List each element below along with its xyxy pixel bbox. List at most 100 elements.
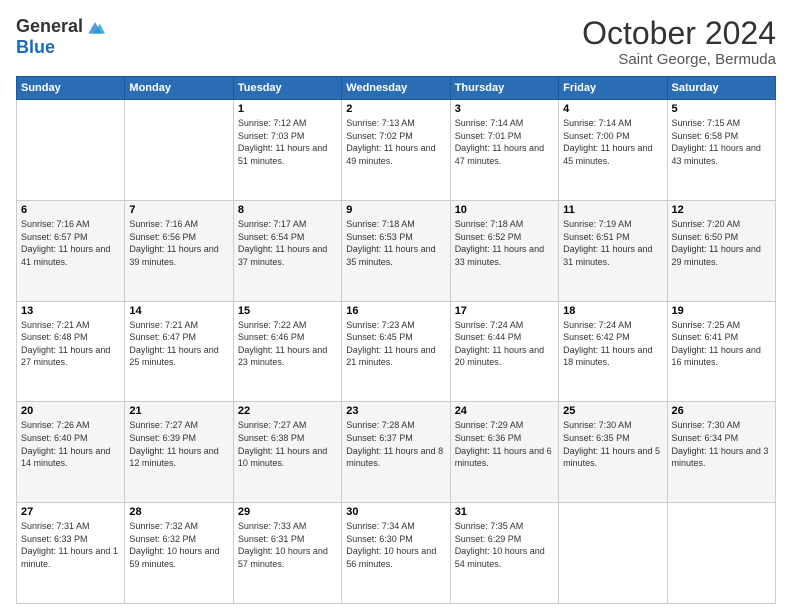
day-number: 20	[21, 405, 120, 417]
day-header-friday: Friday	[559, 77, 667, 100]
calendar-cell: 9Sunrise: 7:18 AM Sunset: 6:53 PM Daylig…	[342, 200, 450, 301]
day-details: Sunrise: 7:27 AM Sunset: 6:39 PM Dayligh…	[129, 419, 228, 469]
calendar-cell: 10Sunrise: 7:18 AM Sunset: 6:52 PM Dayli…	[450, 200, 558, 301]
calendar-cell: 6 Sunrise: 7:16 AM Sunset: 6:57 PM Daylig…	[17, 200, 125, 301]
calendar-cell: 17Sunrise: 7:24 AM Sunset: 6:44 PM Dayli…	[450, 301, 558, 402]
week-row-3: 13 Sunrise: 7:21 AM Sunset: 6:48 PM Dayli…	[17, 301, 776, 402]
day-details: Sunrise: 7:30 AM Sunset: 6:34 PM Dayligh…	[672, 419, 771, 469]
subtitle: Saint George, Bermuda	[582, 51, 776, 68]
calendar-cell: 1 Sunrise: 7:12 AM Sunset: 7:03 PM Daylig…	[233, 100, 341, 201]
day-details: Sunrise: 7:15 AM Sunset: 6:58 PM Dayligh…	[672, 117, 771, 167]
week-row-5: 27 Sunrise: 7:31 AM Sunset: 6:33 PM Dayli…	[17, 503, 776, 604]
calendar-cell: 7 Sunrise: 7:16 AM Sunset: 6:56 PM Daylig…	[125, 200, 233, 301]
day-number: 7	[129, 204, 228, 216]
calendar-cell: 11Sunrise: 7:19 AM Sunset: 6:51 PM Dayli…	[559, 200, 667, 301]
day-details: Sunrise: 7:21 AM Sunset: 6:47 PM Dayligh…	[129, 319, 228, 369]
calendar-cell: 2 Sunrise: 7:13 AM Sunset: 7:02 PM Daylig…	[342, 100, 450, 201]
day-header-monday: Monday	[125, 77, 233, 100]
day-details: Sunrise: 7:13 AM Sunset: 7:02 PM Dayligh…	[346, 117, 445, 167]
day-details: Sunrise: 7:29 AM Sunset: 6:36 PM Dayligh…	[455, 419, 554, 469]
day-number: 31	[455, 506, 554, 518]
calendar-cell: 16Sunrise: 7:23 AM Sunset: 6:45 PM Dayli…	[342, 301, 450, 402]
day-number: 21	[129, 405, 228, 417]
calendar-cell: 27 Sunrise: 7:31 AM Sunset: 6:33 PM Dayli…	[17, 503, 125, 604]
page: General Blue October 2024 Saint George, …	[0, 0, 792, 612]
calendar-cell: 4Sunrise: 7:14 AM Sunset: 7:00 PM Daylig…	[559, 100, 667, 201]
calendar-cell: 8Sunrise: 7:17 AM Sunset: 6:54 PM Daylig…	[233, 200, 341, 301]
calendar-cell: 12 Sunrise: 7:20 AM Sunset: 6:50 PM Dayli…	[667, 200, 775, 301]
logo-blue-text: Blue	[16, 37, 55, 58]
calendar-cell: 21 Sunrise: 7:27 AM Sunset: 6:39 PM Dayli…	[125, 402, 233, 503]
calendar-cell	[667, 503, 775, 604]
day-details: Sunrise: 7:12 AM Sunset: 7:03 PM Dayligh…	[238, 117, 337, 167]
day-number: 26	[672, 405, 771, 417]
day-details: Sunrise: 7:30 AM Sunset: 6:35 PM Dayligh…	[563, 419, 662, 469]
day-details: Sunrise: 7:16 AM Sunset: 6:56 PM Dayligh…	[129, 218, 228, 268]
day-details: Sunrise: 7:25 AM Sunset: 6:41 PM Dayligh…	[672, 319, 771, 369]
day-details: Sunrise: 7:31 AM Sunset: 6:33 PM Dayligh…	[21, 520, 120, 570]
day-details: Sunrise: 7:24 AM Sunset: 6:44 PM Dayligh…	[455, 319, 554, 369]
calendar-cell: 3Sunrise: 7:14 AM Sunset: 7:01 PM Daylig…	[450, 100, 558, 201]
calendar-cell: 31 Sunrise: 7:35 AM Sunset: 6:29 PM Dayli…	[450, 503, 558, 604]
calendar-cell: 26 Sunrise: 7:30 AM Sunset: 6:34 PM Dayli…	[667, 402, 775, 503]
day-number: 22	[238, 405, 337, 417]
title-block: October 2024 Saint George, Bermuda	[582, 16, 776, 68]
day-number: 25	[563, 405, 662, 417]
day-details: Sunrise: 7:20 AM Sunset: 6:50 PM Dayligh…	[672, 218, 771, 268]
day-details: Sunrise: 7:19 AM Sunset: 6:51 PM Dayligh…	[563, 218, 662, 268]
calendar-cell: 22 Sunrise: 7:27 AM Sunset: 6:38 PM Dayli…	[233, 402, 341, 503]
calendar-table: SundayMondayTuesdayWednesdayThursdayFrid…	[16, 76, 776, 604]
day-header-thursday: Thursday	[450, 77, 558, 100]
day-number: 23	[346, 405, 445, 417]
logo-general-text: General	[16, 16, 83, 37]
calendar-cell: 25 Sunrise: 7:30 AM Sunset: 6:35 PM Dayli…	[559, 402, 667, 503]
day-number: 14	[129, 305, 228, 317]
calendar-cell: 30 Sunrise: 7:34 AM Sunset: 6:30 PM Dayli…	[342, 503, 450, 604]
day-number: 12	[672, 204, 771, 216]
week-row-2: 6 Sunrise: 7:16 AM Sunset: 6:57 PM Daylig…	[17, 200, 776, 301]
day-number: 19	[672, 305, 771, 317]
day-number: 2	[346, 103, 445, 115]
calendar-cell	[559, 503, 667, 604]
day-details: Sunrise: 7:14 AM Sunset: 7:01 PM Dayligh…	[455, 117, 554, 167]
logo-icon	[85, 17, 105, 37]
calendar-cell: 14 Sunrise: 7:21 AM Sunset: 6:47 PM Dayli…	[125, 301, 233, 402]
day-header-tuesday: Tuesday	[233, 77, 341, 100]
calendar-cell: 20 Sunrise: 7:26 AM Sunset: 6:40 PM Dayli…	[17, 402, 125, 503]
day-details: Sunrise: 7:23 AM Sunset: 6:45 PM Dayligh…	[346, 319, 445, 369]
day-number: 13	[21, 305, 120, 317]
calendar-cell: 13 Sunrise: 7:21 AM Sunset: 6:48 PM Dayli…	[17, 301, 125, 402]
week-row-4: 20 Sunrise: 7:26 AM Sunset: 6:40 PM Dayli…	[17, 402, 776, 503]
day-details: Sunrise: 7:24 AM Sunset: 6:42 PM Dayligh…	[563, 319, 662, 369]
day-details: Sunrise: 7:16 AM Sunset: 6:57 PM Dayligh…	[21, 218, 120, 268]
day-details: Sunrise: 7:18 AM Sunset: 6:53 PM Dayligh…	[346, 218, 445, 268]
day-details: Sunrise: 7:28 AM Sunset: 6:37 PM Dayligh…	[346, 419, 445, 469]
calendar-cell: 24 Sunrise: 7:29 AM Sunset: 6:36 PM Dayli…	[450, 402, 558, 503]
day-number: 15	[238, 305, 337, 317]
day-details: Sunrise: 7:27 AM Sunset: 6:38 PM Dayligh…	[238, 419, 337, 469]
calendar-cell: 28Sunrise: 7:32 AM Sunset: 6:32 PM Dayli…	[125, 503, 233, 604]
logo: General Blue	[16, 16, 105, 58]
day-number: 5	[672, 103, 771, 115]
day-details: Sunrise: 7:35 AM Sunset: 6:29 PM Dayligh…	[455, 520, 554, 570]
day-details: Sunrise: 7:34 AM Sunset: 6:30 PM Dayligh…	[346, 520, 445, 570]
day-number: 6	[21, 204, 120, 216]
day-details: Sunrise: 7:14 AM Sunset: 7:00 PM Dayligh…	[563, 117, 662, 167]
calendar-cell	[17, 100, 125, 201]
day-details: Sunrise: 7:22 AM Sunset: 6:46 PM Dayligh…	[238, 319, 337, 369]
day-number: 8	[238, 204, 337, 216]
calendar-header-row: SundayMondayTuesdayWednesdayThursdayFrid…	[17, 77, 776, 100]
calendar-cell: 23 Sunrise: 7:28 AM Sunset: 6:37 PM Dayli…	[342, 402, 450, 503]
day-number: 27	[21, 506, 120, 518]
day-number: 1	[238, 103, 337, 115]
day-details: Sunrise: 7:21 AM Sunset: 6:48 PM Dayligh…	[21, 319, 120, 369]
day-number: 10	[455, 204, 554, 216]
day-number: 30	[346, 506, 445, 518]
calendar-cell: 18Sunrise: 7:24 AM Sunset: 6:42 PM Dayli…	[559, 301, 667, 402]
calendar-cell: 5 Sunrise: 7:15 AM Sunset: 6:58 PM Daylig…	[667, 100, 775, 201]
day-details: Sunrise: 7:33 AM Sunset: 6:31 PM Dayligh…	[238, 520, 337, 570]
day-number: 24	[455, 405, 554, 417]
week-row-1: 1 Sunrise: 7:12 AM Sunset: 7:03 PM Daylig…	[17, 100, 776, 201]
day-details: Sunrise: 7:26 AM Sunset: 6:40 PM Dayligh…	[21, 419, 120, 469]
day-header-saturday: Saturday	[667, 77, 775, 100]
